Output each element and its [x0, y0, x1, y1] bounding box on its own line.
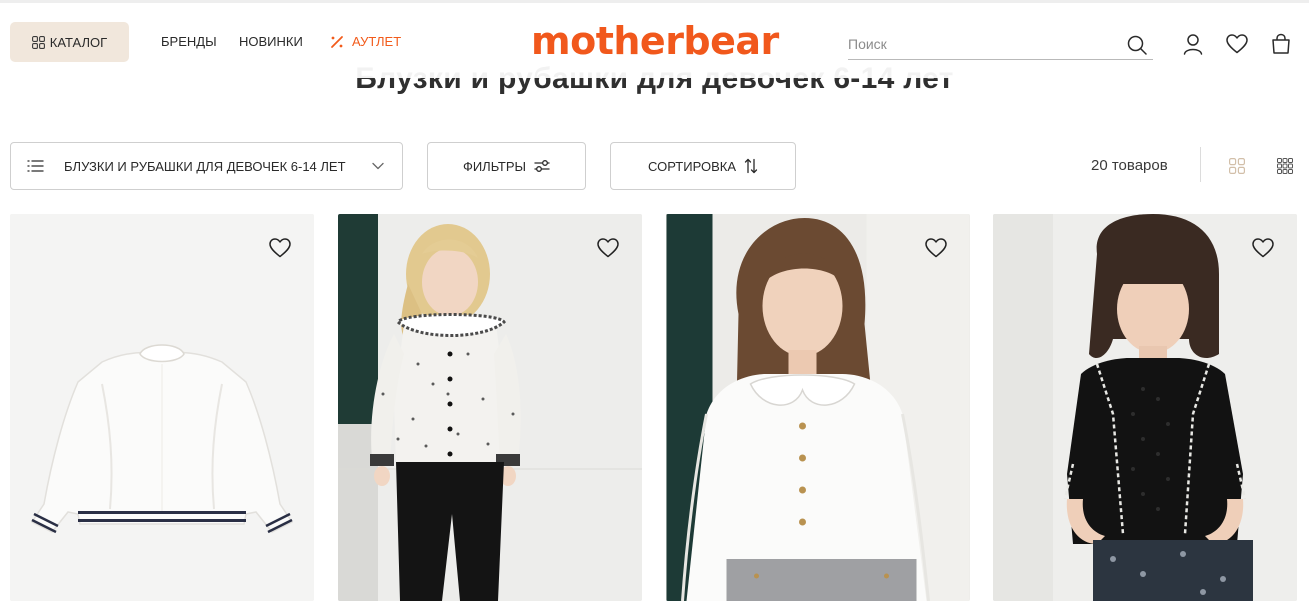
search-input[interactable]: [848, 36, 1126, 54]
nav-outlet-label: АУТЛЕТ: [352, 34, 402, 49]
grid-icon: [31, 35, 45, 49]
category-select-label: БЛУЗКИ И РУБАШКИ ДЛЯ ДЕВОЧЕК 6-14 ЛЕТ: [64, 158, 346, 174]
catalog-button[interactable]: КАТАЛОГ: [10, 22, 129, 62]
percent-icon: [330, 35, 344, 49]
product-image: [10, 214, 314, 601]
product-image: [338, 214, 642, 601]
product-count: 20 товаров: [1091, 157, 1168, 174]
product-image: [993, 214, 1297, 601]
list-icon: [27, 159, 44, 173]
filters-icon: [534, 159, 550, 173]
heart-icon[interactable]: [1225, 32, 1249, 56]
heart-icon[interactable]: [1251, 236, 1275, 260]
heart-icon[interactable]: [268, 236, 292, 260]
catalog-label: КАТАЛОГ: [49, 34, 108, 50]
logo[interactable]: motherbear: [531, 19, 779, 63]
site-header: КАТАЛОГ БРЕНДЫ НОВИНКИ АУТЛЕТ motherbear: [0, 0, 1309, 78]
search-icon[interactable]: [1126, 34, 1148, 56]
nav-outlet-link[interactable]: АУТЛЕТ: [330, 34, 401, 49]
heart-icon[interactable]: [924, 236, 948, 260]
toolbar-divider: [1200, 147, 1201, 182]
grid-9-icon[interactable]: [1277, 158, 1293, 174]
sort-icon: [744, 158, 758, 174]
category-select[interactable]: БЛУЗКИ И РУБАШКИ ДЛЯ ДЕВОЧЕК 6-14 ЛЕТ: [10, 142, 403, 190]
grid-4-icon[interactable]: [1229, 158, 1245, 174]
chevron-down-icon: [372, 162, 384, 170]
sort-button[interactable]: СОРТИРОВКА: [610, 142, 796, 190]
heart-icon[interactable]: [596, 236, 620, 260]
product-card[interactable]: [338, 214, 642, 601]
filters-label: ФИЛЬТРЫ: [462, 158, 527, 174]
product-image: [666, 214, 970, 601]
nav-brands-link[interactable]: БРЕНДЫ: [161, 34, 217, 49]
product-card[interactable]: [666, 214, 970, 601]
bag-icon[interactable]: [1269, 32, 1293, 56]
product-card[interactable]: [10, 214, 314, 601]
search-bar: [848, 31, 1153, 60]
sort-label: СОРТИРОВКА: [648, 158, 736, 174]
product-card[interactable]: [993, 214, 1297, 601]
nav-new-link[interactable]: НОВИНКИ: [239, 34, 303, 49]
user-icon[interactable]: [1181, 32, 1205, 56]
filters-button[interactable]: ФИЛЬТРЫ: [427, 142, 586, 190]
